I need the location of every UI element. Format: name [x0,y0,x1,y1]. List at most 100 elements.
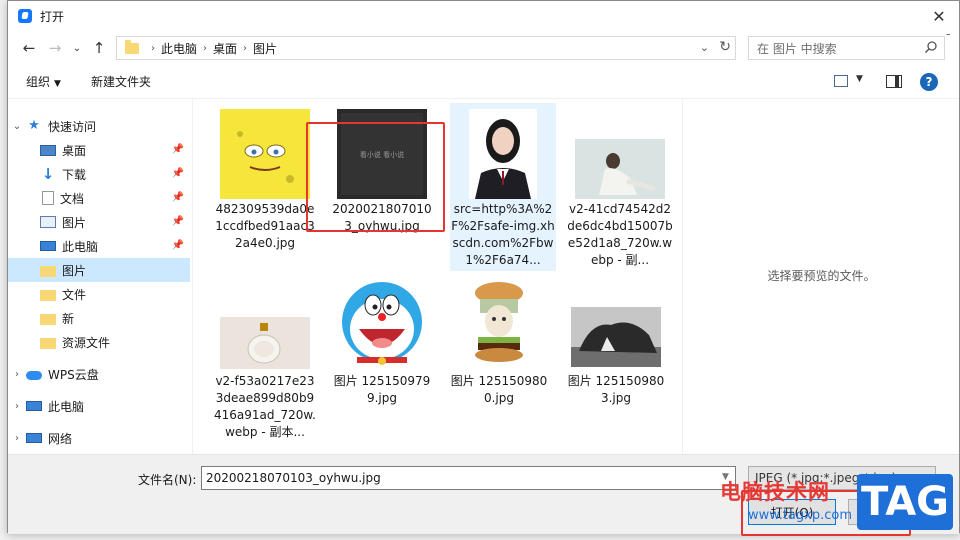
breadcrumb-separator-icon[interactable]: › [151,43,155,54]
search-placeholder: 在 图片 中搜索 [757,41,837,56]
folder-icon [40,265,56,277]
download-icon: ↓ [41,165,55,183]
sidebar-item-label: WPS云盘 [48,367,99,382]
thumbnail-image [469,109,537,199]
file-item[interactable]: v2-41cd74542d2de6dc4bd15007be52d1a8_720w… [567,103,673,273]
sidebar-item-resources-folder[interactable]: 资源文件 [8,330,190,354]
sidebar-item-new-folder[interactable]: 新 [8,306,190,330]
search-icon [924,41,937,54]
new-folder-button[interactable]: 新建文件夹 [91,73,151,90]
window-title: 打开 [40,9,65,24]
file-item[interactable]: 图片 1251509803.jpg [563,277,669,447]
watermark-text: 电脑技术网 [720,480,830,504]
sidebar-item-label: 网络 [48,431,73,446]
chevron-right-icon[interactable]: › [8,369,26,380]
file-name: 图片 1251509803.jpg [567,374,665,405]
file-name: v2-41cd74542d2de6dc4bd15007be52d1a8_720w… [567,202,673,267]
sidebar-item-label: 新 [62,311,75,326]
chevron-right-icon[interactable]: › [8,401,26,412]
watermark-logo: TAG [857,474,953,530]
thumbnail-image [337,277,427,367]
sidebar-item-label: 图片 [62,263,87,278]
app-icon [18,9,32,23]
breadcrumb-separator-icon[interactable]: › [203,43,207,54]
navigation-pane: ⌄ ★ 快速访问 桌面 📌 ↓ 下载 📌 文档 📌 图片 📌 此电脑 📌 图片 … [8,99,193,454]
chevron-down-icon[interactable]: ⌄ [8,121,26,132]
view-options-icon[interactable] [834,75,848,87]
file-item[interactable]: 图片 1251509800.jpg [446,277,552,447]
recent-locations-button[interactable]: ⌄ [66,37,88,59]
preview-pane-icon[interactable] [886,75,902,88]
watermark-url: www.tagxp.com [748,508,852,523]
pin-icon: 📌 [171,216,184,227]
sidebar-item-network[interactable]: › 网络 [8,426,190,450]
refresh-icon[interactable]: ↻ [719,39,731,55]
up-button[interactable]: ↑ [88,37,110,59]
sidebar-item-this-pc-pinned[interactable]: 此电脑 📌 [8,234,190,258]
file-name: src=http%3A%2F%2Fsafe-img.xhscdn.com%2Fb… [451,202,555,267]
address-bar[interactable]: › 此电脑 › 桌面 › 图片 ⌄ ↻ [116,36,736,60]
close-button[interactable]: ✕ [927,5,951,27]
back-button[interactable]: ← [18,37,40,59]
chevron-down-icon: ⌄ [72,42,82,54]
folder-icon [40,313,56,325]
sidebar-item-pictures[interactable]: 图片 📌 [8,210,190,234]
breadcrumb-pictures[interactable]: 图片 [253,40,277,57]
desktop-icon [40,145,56,156]
file-item-selected[interactable]: src=http%3A%2F%2Fsafe-img.xhscdn.com%2Fb… [450,103,556,271]
preview-message: 选择要预览的文件。 [767,269,876,283]
file-name: 图片 1251509800.jpg [450,374,548,405]
folder-icon [125,39,139,54]
sidebar-item-downloads[interactable]: ↓ 下载 📌 [8,162,190,186]
sidebar-item-quick-access[interactable]: ⌄ ★ 快速访问 [8,114,190,138]
filename-label: 文件名(N): [138,473,197,487]
preview-pane: 选择要预览的文件。 [682,99,960,454]
thumbnail-image [220,109,310,199]
folder-icon [40,289,56,301]
help-icon[interactable]: ? [920,73,938,91]
sidebar-item-pictures-folder[interactable]: 图片 [8,258,190,282]
sidebar-item-files-folder[interactable]: 文件 [8,282,190,306]
sidebar-item-wps-cloud[interactable]: › WPS云盘 [8,362,190,386]
organize-button[interactable]: 组织 ▼ [26,73,61,90]
thumbnail-image [220,317,310,369]
sidebar-item-label: 快速访问 [48,119,97,134]
arrow-right-icon: → [48,39,62,57]
file-item[interactable]: 图片 1251509799.jpg [329,277,435,447]
thumbnail-image [454,277,544,367]
navigation-bar: ← → ⌄ ↑ › 此电脑 › 桌面 › 图片 ⌄ ↻ 在 图片 中搜索 [8,33,959,63]
breadcrumb-this-pc[interactable]: 此电脑 [161,40,197,57]
close-icon: ✕ [932,6,946,26]
file-item[interactable]: v2-f53a0217e233deae899d80b9416a91ad_720w… [212,277,318,447]
breadcrumb-desktop[interactable]: 桌面 [213,40,237,57]
sidebar-item-documents[interactable]: 文档 📌 [8,186,190,210]
sidebar-item-label: 图片 [62,215,87,230]
breadcrumb-separator-icon[interactable]: › [243,43,247,54]
title-bar: 打开 ✕ [8,1,959,31]
chevron-right-icon[interactable]: › [8,433,26,444]
arrow-up-icon: ↑ [92,39,106,57]
filename-input[interactable]: 20200218070103_oyhwu.jpg [201,466,736,490]
star-icon: ★ [28,118,40,133]
folder-icon [40,337,56,349]
sidebar-item-label: 文件 [62,287,87,302]
address-dropdown-icon[interactable]: ⌄ [700,41,709,54]
sidebar-item-label: 此电脑 [48,399,85,414]
highlight-selected-file [306,122,445,232]
computer-icon [26,401,42,411]
sidebar-item-this-pc[interactable]: › 此电脑 [8,394,190,418]
view-dropdown-icon[interactable]: ▼ [856,74,863,84]
pin-icon: 📌 [171,240,184,251]
search-input[interactable]: 在 图片 中搜索 [748,36,945,60]
cloud-icon [26,371,42,380]
arrow-left-icon: ← [22,39,36,57]
file-item[interactable]: 482309539da0e1ccdfbed91aac32a4e0.jpg [212,103,318,273]
computer-icon [40,241,56,251]
file-name: 图片 1251509799.jpg [333,374,431,405]
file-name: 482309539da0e1ccdfbed91aac32a4e0.jpg [215,202,315,250]
sidebar-item-desktop[interactable]: 桌面 📌 [8,138,190,162]
caret-down-icon: ▼ [54,79,61,89]
document-icon [42,191,54,205]
forward-button[interactable]: → [44,37,66,59]
command-bar: 组织 ▼ 新建文件夹 ▼ ? [8,65,959,99]
